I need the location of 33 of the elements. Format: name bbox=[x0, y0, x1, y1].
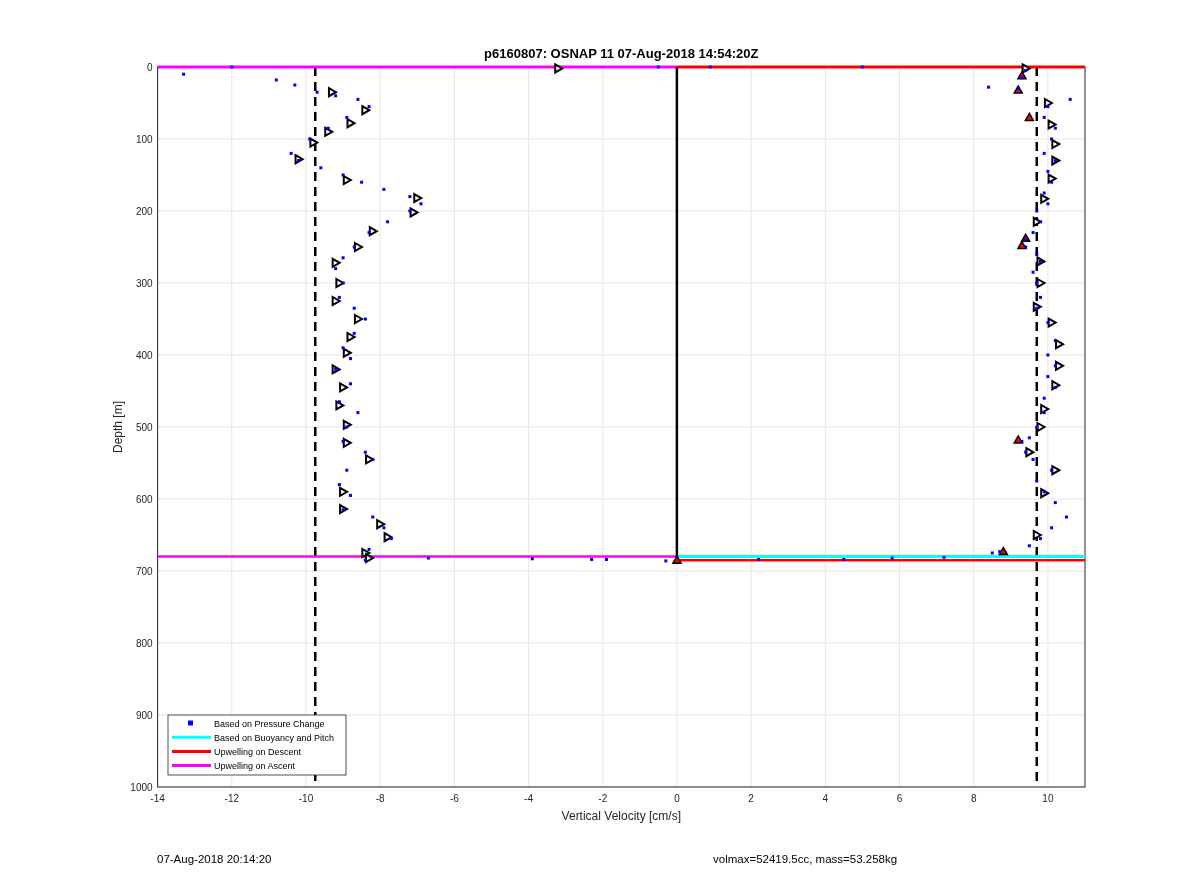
y-tick-label: 300 bbox=[135, 278, 153, 289]
volume-mass-text: volmax=52419.5cc, mass=53.258kg bbox=[713, 853, 898, 865]
x-tick-label: -10 bbox=[298, 793, 314, 804]
x-axis-label: Vertical Velocity [cm/s] bbox=[561, 809, 681, 823]
x-tick-label: 2 bbox=[748, 793, 754, 804]
y-axis-label: Depth [m] bbox=[111, 401, 125, 453]
chart-title: p6160807: OSNAP 11 07-Aug-2018 14:54:20Z bbox=[484, 46, 759, 61]
y-tick-label: 100 bbox=[135, 134, 153, 145]
y-tick-label: 0 bbox=[147, 62, 153, 73]
x-tick-label: -6 bbox=[449, 793, 459, 804]
legend-label: Upwelling on Descent bbox=[214, 746, 302, 757]
x-tick-label: -4 bbox=[524, 793, 533, 804]
legend-label: Based on Pressure Change bbox=[214, 718, 325, 729]
y-tick-label: 600 bbox=[135, 494, 153, 505]
x-tick-label: -14 bbox=[150, 793, 165, 804]
timestamp-text: 07-Aug-2018 20:14:20 bbox=[157, 853, 272, 865]
y-tick-label: 700 bbox=[135, 566, 153, 577]
x-tick-label: 4 bbox=[822, 793, 829, 804]
x-tick-label: 0 bbox=[674, 793, 680, 804]
y-tick-label: 800 bbox=[135, 638, 153, 649]
y-tick-label: 200 bbox=[135, 206, 153, 217]
legend-label: Upwelling on Ascent bbox=[214, 761, 296, 772]
x-tick-label: 10 bbox=[1042, 793, 1054, 804]
legend-label: Based on Buoyancy and Pitch bbox=[214, 732, 335, 743]
x-tick-label: -12 bbox=[224, 793, 239, 804]
y-tick-label: 500 bbox=[135, 422, 153, 433]
x-tick-label: -8 bbox=[375, 793, 385, 804]
x-tick-label: 6 bbox=[896, 793, 903, 804]
y-tick-label: 1000 bbox=[130, 782, 153, 793]
y-tick-label: 900 bbox=[135, 710, 153, 721]
y-tick-label: 400 bbox=[135, 350, 153, 361]
x-tick-label: -2 bbox=[598, 793, 608, 804]
x-tick-label: 8 bbox=[970, 793, 977, 804]
